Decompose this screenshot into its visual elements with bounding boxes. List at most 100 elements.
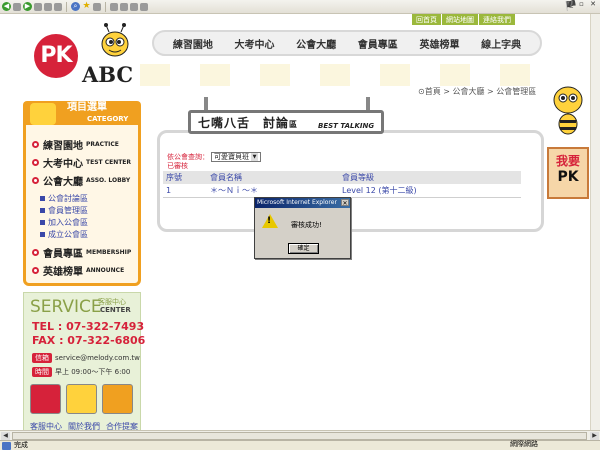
bullet-icon [32, 176, 39, 184]
guild-select-value: 可愛寶貝班 [214, 153, 249, 161]
board-peg [204, 97, 208, 111]
ok-button[interactable]: 確定 [288, 243, 319, 254]
toolbar-separator [105, 1, 106, 12]
mail-tag: 信箱 [32, 353, 52, 363]
category-icon [30, 103, 56, 125]
service-icons [30, 384, 133, 414]
bee-mascot-icon [553, 86, 583, 135]
logo-abc: ABC [82, 62, 134, 87]
sidebar-item-heroes[interactable]: 英雄榜單 ANNOUNCE [32, 262, 136, 278]
print-icon[interactable] [120, 2, 128, 11]
sub-item-label: 成立公會區 [48, 230, 88, 239]
history-icon[interactable] [93, 2, 101, 11]
cell-no: 1 [166, 186, 172, 195]
stop-icon[interactable] [34, 2, 42, 11]
nav-membership[interactable]: 會員專區 [358, 36, 398, 51]
sub-item-create[interactable]: 成立公會區 [40, 229, 88, 240]
logo-pk[interactable]: PK [34, 34, 78, 78]
dialog-message: 審核成功! [291, 221, 322, 229]
board-peg [366, 97, 370, 111]
service-mail[interactable]: service@melody.com.tw [55, 354, 140, 362]
handshake-icon[interactable] [102, 384, 133, 414]
sidebar-item-label: 練習園地 [43, 140, 83, 152]
contact-link[interactable]: 連絡我們 [479, 14, 516, 25]
horizontal-scrollbar[interactable]: ◀ ▶ [0, 430, 600, 440]
service-fax: FAX : 07-322-6806 [32, 334, 146, 347]
alert-dialog: Microsoft Internet Explorer ✕ ! 審核成功! 確定 [254, 197, 351, 259]
dialog-titlebar: Microsoft Internet Explorer ✕ [255, 198, 350, 208]
scroll-left-icon[interactable]: ◀ [1, 432, 10, 440]
sub-item-label: 會員管理區 [48, 206, 88, 215]
breadcrumb[interactable]: ⊙首頁 > 公會大廳 > 公會管理區 [418, 86, 536, 97]
top-links: 回首頁 網站地圖 連絡我們 [412, 14, 516, 25]
sidebar-item-en: MEMBERSHIP [86, 248, 132, 256]
nav-practice[interactable]: 練習園地 [173, 36, 213, 51]
member-table: 序號 會員名稱 會員等級 1 ＊～Ｎｉ～＊ Level 12 (第十二級) [163, 171, 521, 198]
pk-button[interactable]: 我要 PK [547, 147, 589, 199]
bullet-icon [40, 220, 45, 225]
service-mail-row: 信箱 service@melody.com.tw [32, 353, 140, 363]
pk-button-line1: 我要 [555, 154, 580, 168]
edit-icon[interactable] [130, 2, 138, 11]
toolbar-separator [66, 1, 67, 12]
sidebar-item-en: TEST CENTER [86, 158, 132, 166]
bullet-icon [40, 208, 45, 213]
nav-test-center[interactable]: 大考中心 [234, 36, 274, 51]
service-tel: TEL : 07-322-7493 [32, 320, 145, 333]
vertical-scrollbar[interactable] [590, 14, 600, 430]
window-controls[interactable]: _ ▫ ✕ [569, 0, 598, 8]
status-zone: 網際網路 [510, 440, 538, 448]
page-icon [2, 442, 11, 450]
nav-dictionary[interactable]: 線上字典 [481, 36, 521, 51]
board-title: 七嘴八舌 討論區 [198, 114, 298, 131]
home-link[interactable]: 回首頁 [412, 14, 442, 25]
sub-item-discussion[interactable]: 公會討論區 [40, 193, 88, 204]
phone-icon[interactable] [30, 384, 61, 414]
back-icon[interactable]: ◀ [2, 2, 11, 11]
sidebar-item-lobby[interactable]: 公會大廳 ASSO. LOBBY [32, 172, 136, 188]
dropdown-icon[interactable] [13, 2, 21, 11]
bee-icon[interactable] [66, 384, 97, 414]
search-icon[interactable]: ⌕ [71, 2, 80, 11]
close-icon[interactable]: ✕ [341, 199, 349, 207]
sidebar-item-en: ASSO. LOBBY [86, 176, 131, 184]
mail-icon[interactable] [110, 2, 118, 11]
bullet-icon [32, 266, 39, 274]
decorative-band [140, 64, 540, 86]
sub-item-member-admin[interactable]: 會員管理區 [40, 205, 88, 216]
chevron-down-icon: ▼ [251, 153, 258, 161]
cell-name: ＊～Ｎｉ～＊ [210, 186, 258, 195]
sub-item-join[interactable]: 加入公會區 [40, 217, 88, 228]
bullet-icon [40, 196, 45, 201]
scroll-right-icon[interactable]: ▶ [590, 432, 599, 440]
sidebar-item-practice[interactable]: 練習園地 PRACTICE [32, 136, 136, 152]
scroll-thumb[interactable] [12, 432, 587, 440]
nav-heroes[interactable]: 英雄榜單 [419, 36, 459, 51]
sidebar-item-test-center[interactable]: 大考中心 TEST CENTER [32, 154, 136, 170]
board-title-suffix: 區 [289, 120, 299, 129]
bullet-icon [32, 158, 39, 166]
bullet-icon [40, 232, 45, 237]
warning-mark: ! [267, 216, 272, 226]
sidebar-item-label: 公會大廳 [43, 176, 83, 188]
sidebar-item-label: 會員專區 [43, 248, 83, 260]
discuss-icon[interactable] [140, 2, 148, 11]
col-no: 序號 [166, 173, 182, 182]
guild-select[interactable]: 可愛寶貝班 ▼ [211, 152, 261, 162]
service-en: CENTER [100, 306, 131, 314]
home-icon[interactable] [54, 2, 62, 11]
table-row[interactable]: 1 ＊～Ｎｉ～＊ Level 12 (第十二級) [163, 184, 521, 197]
browser-toolbar: ◀ ▶ ⌕ ★ 🏴 _ ▫ ✕ [0, 0, 600, 14]
forward-icon[interactable]: ▶ [23, 2, 32, 11]
time-tag: 時間 [32, 367, 52, 377]
refresh-icon[interactable] [44, 2, 52, 11]
sub-item-label: 公會討論區 [48, 194, 88, 203]
checked-label: 已審核 [167, 162, 188, 170]
sitemap-link[interactable]: 網站地圖 [442, 14, 479, 25]
nav-lobby[interactable]: 公會大廳 [296, 36, 336, 51]
sidebar-item-membership[interactable]: 會員專區 MEMBERSHIP [32, 244, 136, 260]
favorites-icon[interactable]: ★ [82, 2, 91, 11]
service-time: 早上 09:00～下午 6:00 [55, 368, 131, 376]
sub-item-label: 加入公會區 [48, 218, 88, 227]
bullet-icon [32, 248, 39, 256]
